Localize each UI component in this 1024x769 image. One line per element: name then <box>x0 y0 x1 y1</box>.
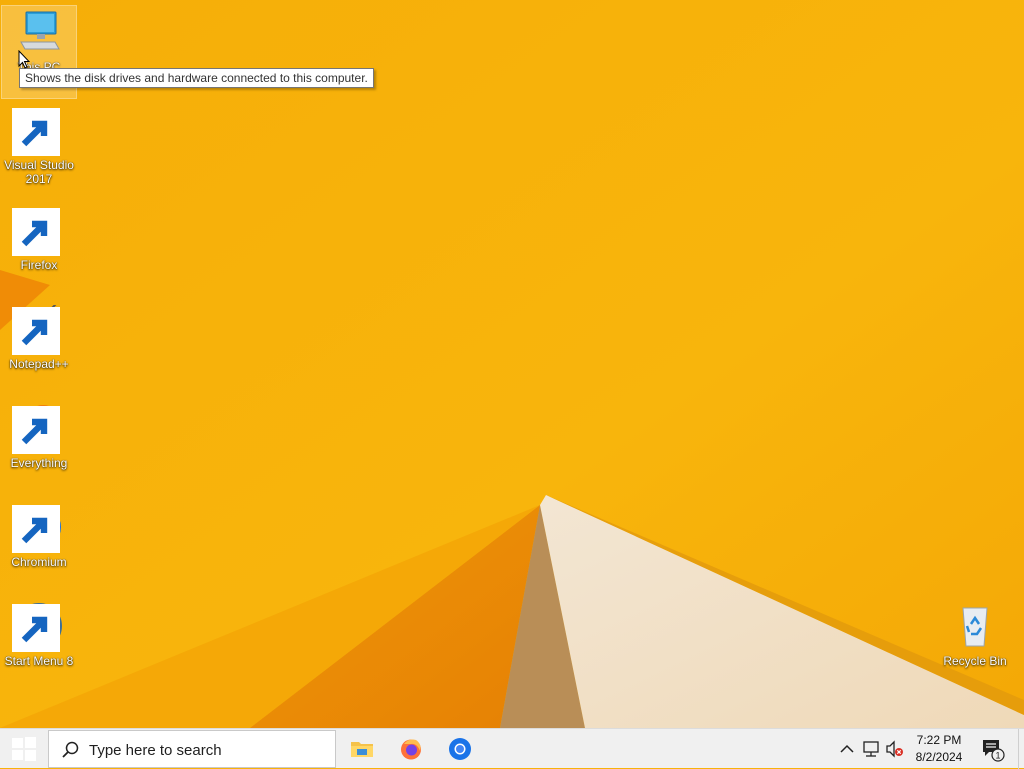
clock-date: 8/2/2024 <box>915 750 963 764</box>
start-button[interactable] <box>0 729 48 769</box>
search-input[interactable] <box>87 739 331 761</box>
desktop-wallpaper <box>0 0 1024 728</box>
show-desktop-button[interactable] <box>1018 729 1024 769</box>
taskbar-search-box[interactable] <box>48 730 336 768</box>
desktop-icon-label: Start Menu 8 <box>4 654 74 668</box>
desktop-icon-label: Chromium <box>11 555 67 569</box>
visual-studio-icon <box>12 106 63 156</box>
desktop-icon-label: Notepad++ <box>9 357 69 371</box>
search-icon <box>62 741 79 758</box>
network-icon[interactable] <box>861 739 881 759</box>
everything-icon <box>12 404 63 454</box>
desktop-icon-notepadpp[interactable]: Notepad++ <box>2 303 76 395</box>
desktop-icon-firefox[interactable]: Firefox <box>2 204 76 296</box>
shortcut-arrow-icon <box>12 604 60 652</box>
desktop-icon-label: Everything <box>10 456 68 470</box>
mouse-cursor-icon <box>18 50 30 69</box>
firefox-icon <box>401 739 421 760</box>
desktop-icon-label: Recycle Bin <box>943 654 1007 668</box>
desktop-icon-visual-studio[interactable]: Visual Studio 2017 <box>2 104 76 196</box>
tooltip: Shows the disk drives and hardware conne… <box>19 68 374 88</box>
recycle-bin-icon <box>951 602 999 650</box>
desktop-icon-label: Firefox <box>20 258 58 272</box>
shortcut-arrow-icon <box>12 108 60 156</box>
file-explorer-icon <box>351 742 373 757</box>
volume-muted-icon[interactable] <box>885 739 905 759</box>
shortcut-arrow-icon <box>12 406 60 454</box>
notepadpp-icon <box>12 305 63 355</box>
taskbar-firefox[interactable] <box>387 729 435 769</box>
desktop-icon-chromium[interactable]: Chromium <box>2 501 76 593</box>
action-center-button[interactable]: 1 <box>980 736 1006 762</box>
start-menu-8-icon <box>12 602 63 652</box>
desktop-icon-start-menu-8[interactable]: Start Menu 8 <box>2 600 76 692</box>
windows-logo-icon <box>12 737 36 761</box>
shortcut-arrow-icon <box>12 307 60 355</box>
clock-time: 7:22 PM <box>916 733 962 747</box>
desktop-icon-recycle-bin[interactable]: Recycle Bin <box>938 600 1012 692</box>
taskbar-file-explorer[interactable] <box>338 729 386 769</box>
shortcut-arrow-icon <box>12 505 60 553</box>
taskbar-clock[interactable]: 7:22 PM 8/2/2024 <box>904 732 974 766</box>
chevron-up-icon[interactable] <box>837 739 857 759</box>
notification-count: 1 <box>995 751 1000 761</box>
taskbar-chromium[interactable] <box>436 729 484 769</box>
taskbar: 7:22 PM 8/2/2024 1 <box>0 728 1024 769</box>
chromium-icon <box>449 738 471 760</box>
chromium-icon <box>12 503 63 553</box>
firefox-icon <box>12 206 63 256</box>
desktop-icon-everything[interactable]: Everything <box>2 402 76 494</box>
desktop-icon-label: Visual Studio 2017 <box>4 158 74 186</box>
computer-icon <box>15 8 63 56</box>
action-center-icon: 1 <box>983 740 1005 762</box>
shortcut-arrow-icon <box>12 208 60 256</box>
